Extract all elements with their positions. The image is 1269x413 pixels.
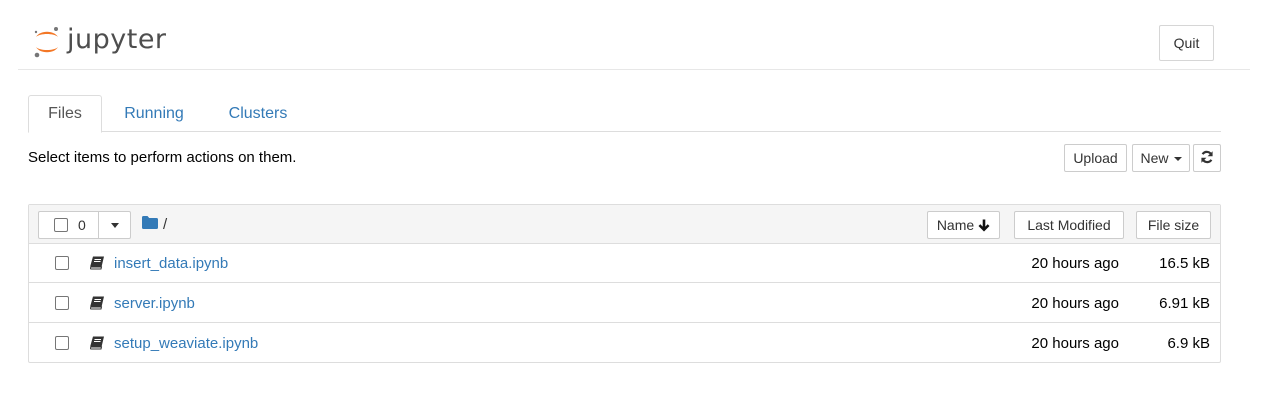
file-size: 6.9 kB: [1167, 335, 1210, 352]
breadcrumb-root-link[interactable]: /: [163, 216, 167, 233]
file-name-link[interactable]: insert_data.ipynb: [114, 255, 228, 272]
select-menu-button[interactable]: [99, 212, 130, 238]
selected-count: 0: [78, 217, 86, 233]
folder-icon[interactable]: [142, 215, 158, 233]
file-row[interactable]: server.ipynb 20 hours ago 6.91 kB: [29, 284, 1220, 323]
row-checkbox[interactable]: [55, 296, 69, 310]
refresh-icon: [1200, 150, 1214, 167]
new-button-label: New: [1140, 150, 1169, 166]
logo-text: jupyter: [67, 23, 167, 55]
row-checkbox[interactable]: [55, 256, 69, 270]
file-row[interactable]: insert_data.ipynb 20 hours ago 16.5 kB: [29, 244, 1220, 283]
new-dropdown-button[interactable]: New: [1132, 144, 1190, 172]
file-name-link[interactable]: server.ipynb: [114, 295, 195, 312]
file-modified: 20 hours ago: [1031, 255, 1119, 272]
notebook-icon: [89, 296, 105, 314]
sort-by-size-button[interactable]: File size: [1136, 211, 1211, 239]
tab-files[interactable]: Files: [28, 95, 102, 133]
header-divider: [18, 69, 1250, 70]
sort-by-name-button[interactable]: Name: [927, 211, 1000, 239]
caret-down-icon: [110, 222, 119, 228]
file-list-header: 0 / Name Last Modified File size: [29, 205, 1220, 244]
file-modified: 20 hours ago: [1031, 295, 1119, 312]
jupyter-logo-icon: [33, 26, 61, 58]
tab-running[interactable]: Running: [108, 95, 200, 132]
file-size: 16.5 kB: [1159, 255, 1210, 272]
file-size: 6.91 kB: [1159, 295, 1210, 312]
breadcrumb: /: [142, 214, 167, 234]
tab-clusters[interactable]: Clusters: [212, 95, 304, 132]
select-all-button[interactable]: 0: [39, 212, 100, 238]
select-all-checkbox[interactable]: [54, 218, 68, 232]
file-list: 0 / Name Last Modified File size insert_…: [28, 204, 1221, 363]
selection-hint: Select items to perform actions on them.: [28, 149, 297, 166]
refresh-button[interactable]: [1193, 144, 1221, 172]
sort-by-modified-button[interactable]: Last Modified: [1014, 211, 1124, 239]
caret-down-icon: [1173, 157, 1182, 161]
row-checkbox[interactable]: [55, 336, 69, 350]
upload-button[interactable]: Upload: [1064, 144, 1127, 172]
tab-bar: Files Running Clusters: [28, 95, 1221, 133]
notebook-icon: [89, 256, 105, 274]
header: jupyter Quit: [0, 0, 1269, 70]
file-row[interactable]: setup_weaviate.ipynb 20 hours ago 6.9 kB: [29, 324, 1220, 363]
sort-name-label: Name: [936, 217, 975, 233]
file-modified: 20 hours ago: [1031, 335, 1119, 352]
notebook-icon: [89, 336, 105, 354]
arrow-down-icon: [978, 219, 990, 232]
quit-button[interactable]: Quit: [1159, 25, 1214, 61]
file-name-link[interactable]: setup_weaviate.ipynb: [114, 335, 258, 352]
jupyter-logo[interactable]: jupyter: [33, 22, 167, 62]
select-group: 0: [38, 211, 131, 239]
